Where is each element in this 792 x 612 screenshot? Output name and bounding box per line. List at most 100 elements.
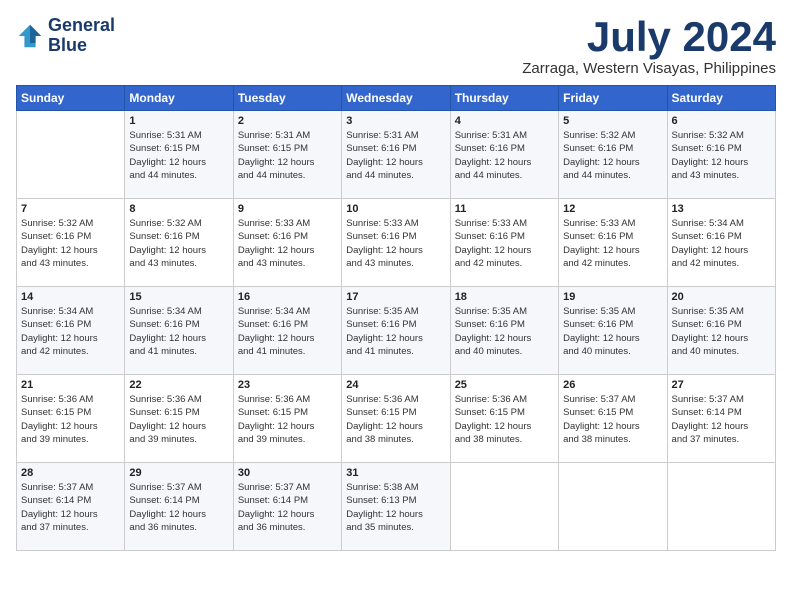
day-number: 19 bbox=[563, 291, 662, 303]
weekday-header-tuesday: Tuesday bbox=[233, 86, 341, 111]
calendar-cell: 11 Sunrise: 5:33 AMSunset: 6:16 PMDayligh… bbox=[450, 199, 558, 287]
calendar-cell: 14 Sunrise: 5:34 AMSunset: 6:16 PMDayligh… bbox=[17, 287, 125, 375]
calendar-cell: 12 Sunrise: 5:33 AMSunset: 6:16 PMDayligh… bbox=[559, 199, 667, 287]
logo: General Blue bbox=[16, 16, 115, 56]
day-info: Sunrise: 5:33 AMSunset: 6:16 PMDaylight:… bbox=[455, 217, 554, 270]
day-info: Sunrise: 5:35 AMSunset: 6:16 PMDaylight:… bbox=[672, 305, 771, 358]
weekday-header-monday: Monday bbox=[125, 86, 233, 111]
calendar-cell: 1 Sunrise: 5:31 AMSunset: 6:15 PMDaylight… bbox=[125, 111, 233, 199]
day-number: 8 bbox=[129, 203, 228, 215]
day-number: 29 bbox=[129, 467, 228, 479]
day-info: Sunrise: 5:36 AMSunset: 6:15 PMDaylight:… bbox=[21, 393, 120, 446]
calendar-cell: 10 Sunrise: 5:33 AMSunset: 6:16 PMDayligh… bbox=[342, 199, 450, 287]
day-number: 25 bbox=[455, 379, 554, 391]
day-info: Sunrise: 5:35 AMSunset: 6:16 PMDaylight:… bbox=[563, 305, 662, 358]
day-info: Sunrise: 5:34 AMSunset: 6:16 PMDaylight:… bbox=[21, 305, 120, 358]
day-info: Sunrise: 5:33 AMSunset: 6:16 PMDaylight:… bbox=[563, 217, 662, 270]
weekday-header-thursday: Thursday bbox=[450, 86, 558, 111]
day-number: 4 bbox=[455, 115, 554, 127]
day-number: 27 bbox=[672, 379, 771, 391]
calendar-cell: 29 Sunrise: 5:37 AMSunset: 6:14 PMDayligh… bbox=[125, 463, 233, 551]
day-info: Sunrise: 5:36 AMSunset: 6:15 PMDaylight:… bbox=[129, 393, 228, 446]
day-number: 13 bbox=[672, 203, 771, 215]
day-info: Sunrise: 5:38 AMSunset: 6:13 PMDaylight:… bbox=[346, 481, 445, 534]
weekday-header-sunday: Sunday bbox=[17, 86, 125, 111]
day-number: 21 bbox=[21, 379, 120, 391]
day-info: Sunrise: 5:37 AMSunset: 6:14 PMDaylight:… bbox=[21, 481, 120, 534]
calendar-cell: 23Sunrise: 5:36 AMSunset: 6:15 PMDayligh… bbox=[233, 375, 341, 463]
day-info: Sunrise: 5:37 AMSunset: 6:14 PMDaylight:… bbox=[129, 481, 228, 534]
day-number: 18 bbox=[455, 291, 554, 303]
day-number: 14 bbox=[21, 291, 120, 303]
page-header: General Blue July 2024 Zarraga, Western … bbox=[16, 16, 776, 77]
calendar-cell: 26Sunrise: 5:37 AMSunset: 6:15 PMDayligh… bbox=[559, 375, 667, 463]
calendar-cell: 28 Sunrise: 5:37 AMSunset: 6:14 PMDayligh… bbox=[17, 463, 125, 551]
calendar-cell: 16 Sunrise: 5:34 AMSunset: 6:16 PMDayligh… bbox=[233, 287, 341, 375]
day-number: 31 bbox=[346, 467, 445, 479]
day-number: 26 bbox=[563, 379, 662, 391]
day-info: Sunrise: 5:34 AMSunset: 6:16 PMDaylight:… bbox=[238, 305, 337, 358]
day-info: Sunrise: 5:31 AMSunset: 6:15 PMDaylight:… bbox=[238, 129, 337, 182]
calendar-cell: 30Sunrise: 5:37 AMSunset: 6:14 PMDayligh… bbox=[233, 463, 341, 551]
calendar-cell: 6 Sunrise: 5:32 AMSunset: 6:16 PMDaylight… bbox=[667, 111, 775, 199]
day-number: 1 bbox=[129, 115, 228, 127]
day-info: Sunrise: 5:37 AMSunset: 6:14 PMDaylight:… bbox=[672, 393, 771, 446]
day-info: Sunrise: 5:32 AMSunset: 6:16 PMDaylight:… bbox=[563, 129, 662, 182]
day-info: Sunrise: 5:33 AMSunset: 6:16 PMDaylight:… bbox=[238, 217, 337, 270]
calendar-cell bbox=[450, 463, 558, 551]
day-info: Sunrise: 5:32 AMSunset: 6:16 PMDaylight:… bbox=[21, 217, 120, 270]
day-number: 30 bbox=[238, 467, 337, 479]
day-number: 2 bbox=[238, 115, 337, 127]
day-number: 24 bbox=[346, 379, 445, 391]
day-number: 28 bbox=[21, 467, 120, 479]
calendar-cell: 4 Sunrise: 5:31 AMSunset: 6:16 PMDaylight… bbox=[450, 111, 558, 199]
calendar-cell: 19 Sunrise: 5:35 AMSunset: 6:16 PMDayligh… bbox=[559, 287, 667, 375]
day-number: 5 bbox=[563, 115, 662, 127]
calendar-cell: 9Sunrise: 5:33 AMSunset: 6:16 PMDaylight… bbox=[233, 199, 341, 287]
day-info: Sunrise: 5:32 AMSunset: 6:16 PMDaylight:… bbox=[672, 129, 771, 182]
day-info: Sunrise: 5:36 AMSunset: 6:15 PMDaylight:… bbox=[455, 393, 554, 446]
day-info: Sunrise: 5:32 AMSunset: 6:16 PMDaylight:… bbox=[129, 217, 228, 270]
calendar-cell: 2 Sunrise: 5:31 AMSunset: 6:15 PMDaylight… bbox=[233, 111, 341, 199]
day-number: 20 bbox=[672, 291, 771, 303]
day-info: Sunrise: 5:31 AMSunset: 6:15 PMDaylight:… bbox=[129, 129, 228, 182]
calendar-cell: 13 Sunrise: 5:34 AMSunset: 6:16 PMDayligh… bbox=[667, 199, 775, 287]
day-number: 22 bbox=[129, 379, 228, 391]
calendar-cell: 17 Sunrise: 5:35 AMSunset: 6:16 PMDayligh… bbox=[342, 287, 450, 375]
day-info: Sunrise: 5:36 AMSunset: 6:15 PMDaylight:… bbox=[346, 393, 445, 446]
day-info: Sunrise: 5:34 AMSunset: 6:16 PMDaylight:… bbox=[672, 217, 771, 270]
day-number: 23 bbox=[238, 379, 337, 391]
month-title: July 2024 bbox=[522, 16, 776, 58]
location-title: Zarraga, Western Visayas, Philippines bbox=[522, 60, 776, 77]
day-number: 17 bbox=[346, 291, 445, 303]
logo-icon bbox=[16, 22, 44, 50]
day-info: Sunrise: 5:31 AMSunset: 6:16 PMDaylight:… bbox=[455, 129, 554, 182]
day-number: 12 bbox=[563, 203, 662, 215]
calendar-cell: 5 Sunrise: 5:32 AMSunset: 6:16 PMDaylight… bbox=[559, 111, 667, 199]
day-number: 6 bbox=[672, 115, 771, 127]
day-info: Sunrise: 5:34 AMSunset: 6:16 PMDaylight:… bbox=[129, 305, 228, 358]
weekday-header-friday: Friday bbox=[559, 86, 667, 111]
calendar-cell bbox=[667, 463, 775, 551]
day-info: Sunrise: 5:33 AMSunset: 6:16 PMDaylight:… bbox=[346, 217, 445, 270]
calendar-cell bbox=[17, 111, 125, 199]
day-number: 15 bbox=[129, 291, 228, 303]
calendar-cell: 18Sunrise: 5:35 AMSunset: 6:16 PMDayligh… bbox=[450, 287, 558, 375]
calendar-cell: 20 Sunrise: 5:35 AMSunset: 6:16 PMDayligh… bbox=[667, 287, 775, 375]
day-info: Sunrise: 5:35 AMSunset: 6:16 PMDaylight:… bbox=[346, 305, 445, 358]
calendar-cell: 8 Sunrise: 5:32 AMSunset: 6:16 PMDaylight… bbox=[125, 199, 233, 287]
calendar-cell: 21 Sunrise: 5:36 AMSunset: 6:15 PMDayligh… bbox=[17, 375, 125, 463]
day-number: 11 bbox=[455, 203, 554, 215]
day-number: 16 bbox=[238, 291, 337, 303]
day-info: Sunrise: 5:31 AMSunset: 6:16 PMDaylight:… bbox=[346, 129, 445, 182]
logo-text: General Blue bbox=[48, 16, 115, 56]
title-block: July 2024 Zarraga, Western Visayas, Phil… bbox=[522, 16, 776, 77]
day-number: 10 bbox=[346, 203, 445, 215]
day-number: 7 bbox=[21, 203, 120, 215]
calendar-cell: 24 Sunrise: 5:36 AMSunset: 6:15 PMDayligh… bbox=[342, 375, 450, 463]
calendar-cell: 27 Sunrise: 5:37 AMSunset: 6:14 PMDayligh… bbox=[667, 375, 775, 463]
day-number: 3 bbox=[346, 115, 445, 127]
calendar-cell: 15 Sunrise: 5:34 AMSunset: 6:16 PMDayligh… bbox=[125, 287, 233, 375]
calendar-table: SundayMondayTuesdayWednesdayThursdayFrid… bbox=[16, 85, 776, 551]
calendar-cell: 25 Sunrise: 5:36 AMSunset: 6:15 PMDayligh… bbox=[450, 375, 558, 463]
